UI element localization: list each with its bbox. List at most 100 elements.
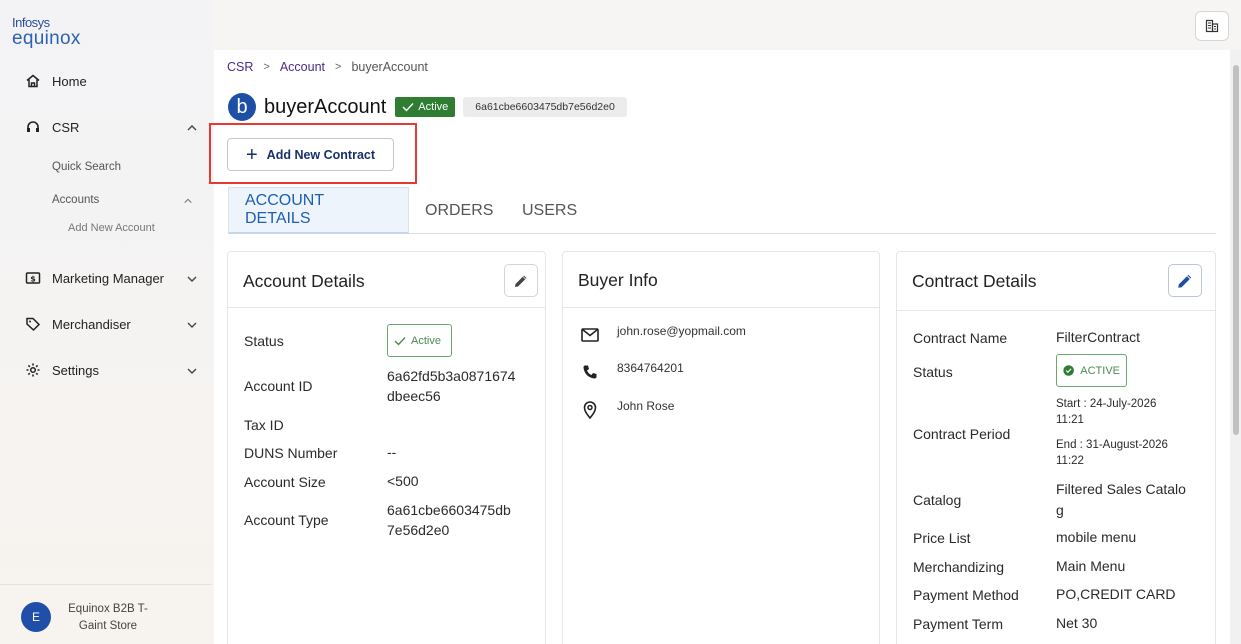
account-details-card: Account Details Status Active Account ID… (227, 251, 546, 644)
plus-icon: + (245, 143, 258, 166)
contract-period-label: Contract Period (913, 426, 1011, 442)
price-list-value: mobile menu (1056, 529, 1137, 545)
buyer-email[interactable]: john.rose@yopmail.com (617, 324, 746, 338)
tab-account-details[interactable]: ACCOUNT DETAILS (228, 187, 409, 234)
card-title: Contract Details (912, 271, 1037, 291)
check-icon (402, 103, 414, 112)
status-badge: ACTIVE (1056, 354, 1127, 387)
check-circle-icon (1063, 365, 1074, 376)
app-logo[interactable]: Infosys equinox (12, 16, 81, 48)
chevron-up-icon[interactable] (183, 196, 193, 206)
sidebar: Infosys equinox Home CSR Quick Search Ac… (0, 0, 212, 644)
tab-users[interactable]: USERS (522, 187, 577, 234)
sidebar-item-home[interactable]: Home (24, 72, 87, 90)
sidebar-item-accounts[interactable]: Accounts (52, 194, 99, 206)
chevron-up-icon[interactable] (186, 122, 198, 134)
status-badge-label: Active (418, 101, 449, 113)
account-type-label: Account Type (244, 512, 329, 528)
card-title: Buyer Info (578, 270, 658, 290)
sidebar-item-settings[interactable]: Settings (24, 361, 99, 379)
main-content: CSR > Account > buyerAccount b buyerAcco… (209, 50, 1230, 644)
tag-icon (24, 315, 42, 333)
catalog-value-line: Filtered Sales Catalo (1056, 481, 1186, 497)
breadcrumb-separator: > (335, 61, 342, 73)
account-size-label: Account Size (244, 474, 326, 490)
headset-icon (24, 118, 42, 136)
duns-value: -- (387, 444, 397, 460)
phone-icon (579, 361, 601, 383)
sidebar-item-merchandiser[interactable]: Merchandiser (24, 315, 131, 333)
account-type-value-line: 7e56d2e0 (387, 522, 450, 538)
status-badge-label: Active (411, 334, 441, 347)
contract-name-value: FilterContract (1056, 329, 1141, 345)
store-switcher-button[interactable] (1195, 11, 1229, 41)
chevron-down-icon[interactable] (186, 365, 198, 377)
store-name[interactable]: Equinox B2B T-Gaint Store (58, 601, 158, 635)
sidebar-item-label: Marketing Manager (52, 270, 164, 286)
contract-status-label: Status (913, 364, 953, 380)
svg-text:$: $ (30, 275, 36, 284)
account-id-chip: 6a61cbe6603475db7e56d2e0 (463, 97, 627, 117)
buyer-phone[interactable]: 8364764201 (617, 361, 684, 375)
status-badge-label: ACTIVE (1080, 364, 1120, 377)
status-badge: Active (387, 324, 452, 357)
contract-end: End : 31-August-2026 (1056, 439, 1168, 451)
sidebar-item-marketing-manager[interactable]: $ Marketing Manager (24, 269, 164, 287)
payment-term-value: Net 30 (1056, 615, 1098, 631)
page-title: buyerAccount (264, 95, 387, 118)
buyer-phone-row: 8364764201 (579, 361, 684, 383)
pencil-icon (1178, 274, 1192, 288)
buyer-info-card: Buyer Info john.rose@yopmail.com 8364764… (562, 251, 880, 644)
payment-method-label: Payment Method (913, 587, 1019, 603)
sidebar-item-label: Merchandiser (52, 316, 131, 332)
contract-details-card: Contract Details Contract Name FilterCon… (896, 251, 1216, 644)
payment-method-value: PO,CREDIT CARD (1056, 586, 1176, 602)
account-id-value: 6a62fd5b3a0871674 dbeec56 (387, 366, 515, 406)
contract-name-label: Contract Name (913, 330, 1008, 346)
buyer-email-row: john.rose@yopmail.com (579, 324, 746, 346)
breadcrumb-current: buyerAccount (351, 60, 428, 74)
chevron-down-icon[interactable] (186, 319, 198, 331)
sidebar-item-quick-search[interactable]: Quick Search (52, 161, 121, 173)
gear-icon (24, 361, 42, 379)
tab-orders[interactable]: ORDERS (425, 187, 493, 234)
merchandizing-label: Merchandizing (913, 559, 1005, 575)
card-divider (897, 310, 1215, 311)
account-size-value: <500 (387, 473, 419, 489)
card-title: Account Details (243, 271, 365, 291)
chevron-down-icon[interactable] (186, 273, 198, 285)
status-label: Status (244, 333, 284, 349)
account-id-value-line: 6a62fd5b3a0871674 (387, 368, 516, 384)
catalog-value: Filtered Sales Catalo g (1056, 479, 1186, 520)
add-new-contract-label: Add New Contract (266, 147, 376, 162)
buyer-name: John Rose (617, 399, 675, 413)
sidebar-item-csr[interactable]: CSR (24, 118, 79, 136)
contract-start-time: 11:21 (1056, 414, 1084, 426)
account-type-value: 6a61cbe6603475db 7e56d2e0 (387, 500, 511, 540)
check-icon (394, 336, 406, 346)
catalog-value-line: g (1056, 502, 1064, 518)
buyer-name-row: John Rose (579, 399, 674, 421)
scrollbar[interactable] (1230, 50, 1241, 644)
breadcrumb-csr[interactable]: CSR (227, 60, 253, 74)
add-new-contract-button[interactable]: + Add New Contract (227, 138, 394, 171)
contract-start: Start : 24-July-2026 (1056, 398, 1157, 410)
location-pin-icon (579, 399, 601, 421)
pencil-icon (515, 275, 527, 287)
price-list-label: Price List (913, 530, 971, 546)
avatar[interactable]: E (21, 602, 51, 632)
account-type-value-line: 6a61cbe6603475db (387, 502, 511, 518)
catalog-label: Catalog (913, 492, 962, 508)
breadcrumb-account[interactable]: Account (280, 60, 325, 74)
account-header: b buyerAccount Active 6a61cbe6603475db7e… (228, 93, 627, 121)
contract-end-time: 11:22 (1056, 455, 1084, 467)
contract-period-value: Start : 24-July-2026 11:21 End : 31-Augu… (1056, 396, 1168, 469)
merchandizing-value: Main Menu (1056, 558, 1126, 574)
home-icon (24, 72, 42, 90)
edit-contract-button[interactable] (1168, 264, 1202, 297)
edit-account-button[interactable] (504, 264, 538, 297)
sidebar-item-add-new-account[interactable]: Add New Account (68, 222, 155, 234)
building-icon (1205, 19, 1219, 33)
card-divider (563, 307, 879, 308)
scrollbar-thumb[interactable] (1233, 65, 1239, 435)
